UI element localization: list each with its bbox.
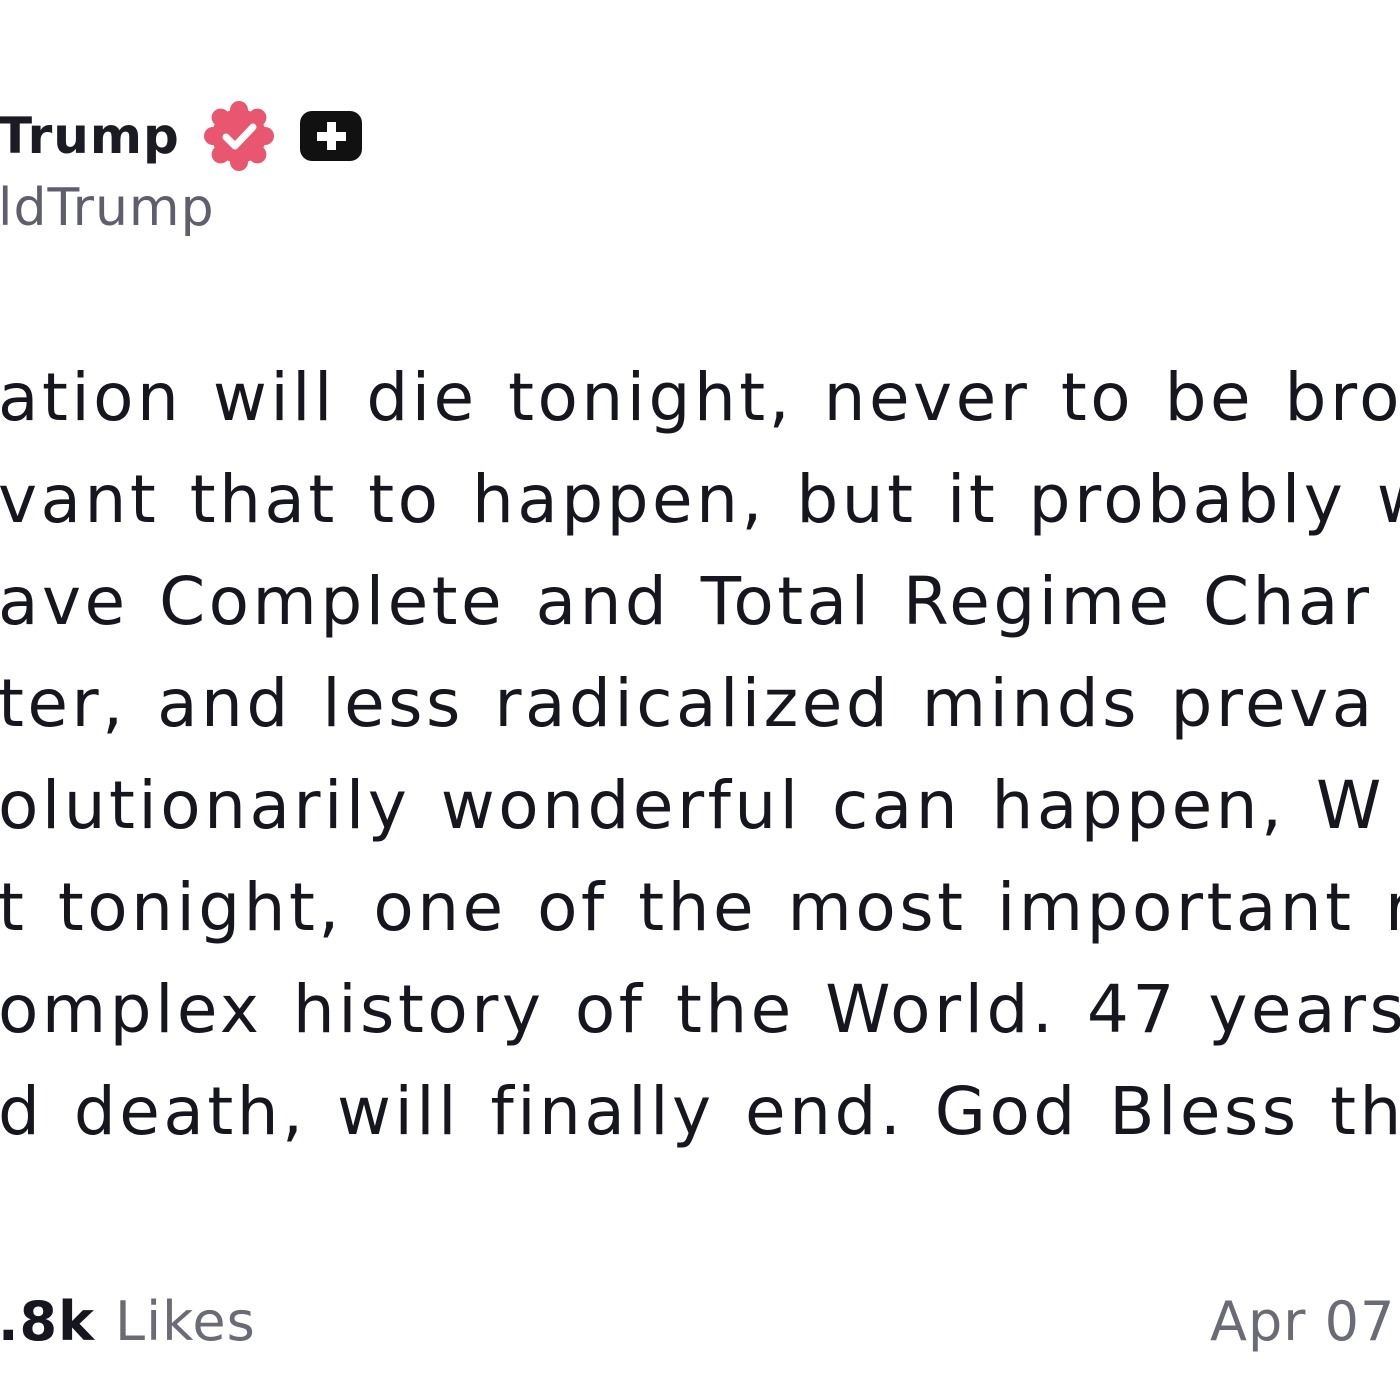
post-text-line: ave Complete and Total Regime Char — [0, 563, 1373, 640]
likes-counter[interactable]: .8k Likes — [0, 1290, 256, 1353]
post-text-line: olutionarily wonderful can happen, W — [0, 767, 1385, 844]
post-text-line: vant that to happen, but it probably w — [0, 461, 1400, 538]
post-text-line: ter, and less radicalized minds preva — [0, 665, 1376, 742]
verified-badge-icon — [203, 101, 274, 171]
post-text-line: d death, will finally end. God Bless the — [0, 1073, 1400, 1150]
author-handle[interactable]: ldTrump — [0, 178, 215, 238]
post-footer: .8k Likes Apr 07 — [0, 1290, 1400, 1370]
author-display-name[interactable]: Trump — [0, 107, 180, 165]
post-text-line: omplex history of the World. 47 years — [0, 971, 1400, 1048]
likes-label: Likes — [115, 1290, 256, 1353]
likes-count: .8k — [0, 1290, 95, 1353]
post-date[interactable]: Apr 07 — [1210, 1290, 1395, 1353]
post-header: Trump — [0, 96, 364, 176]
post-text-line: ation will die tonight, never to be brou — [0, 359, 1400, 436]
post-text-line: t tonight, one of the most important r — [0, 869, 1400, 946]
plus-badge-icon — [299, 111, 362, 161]
